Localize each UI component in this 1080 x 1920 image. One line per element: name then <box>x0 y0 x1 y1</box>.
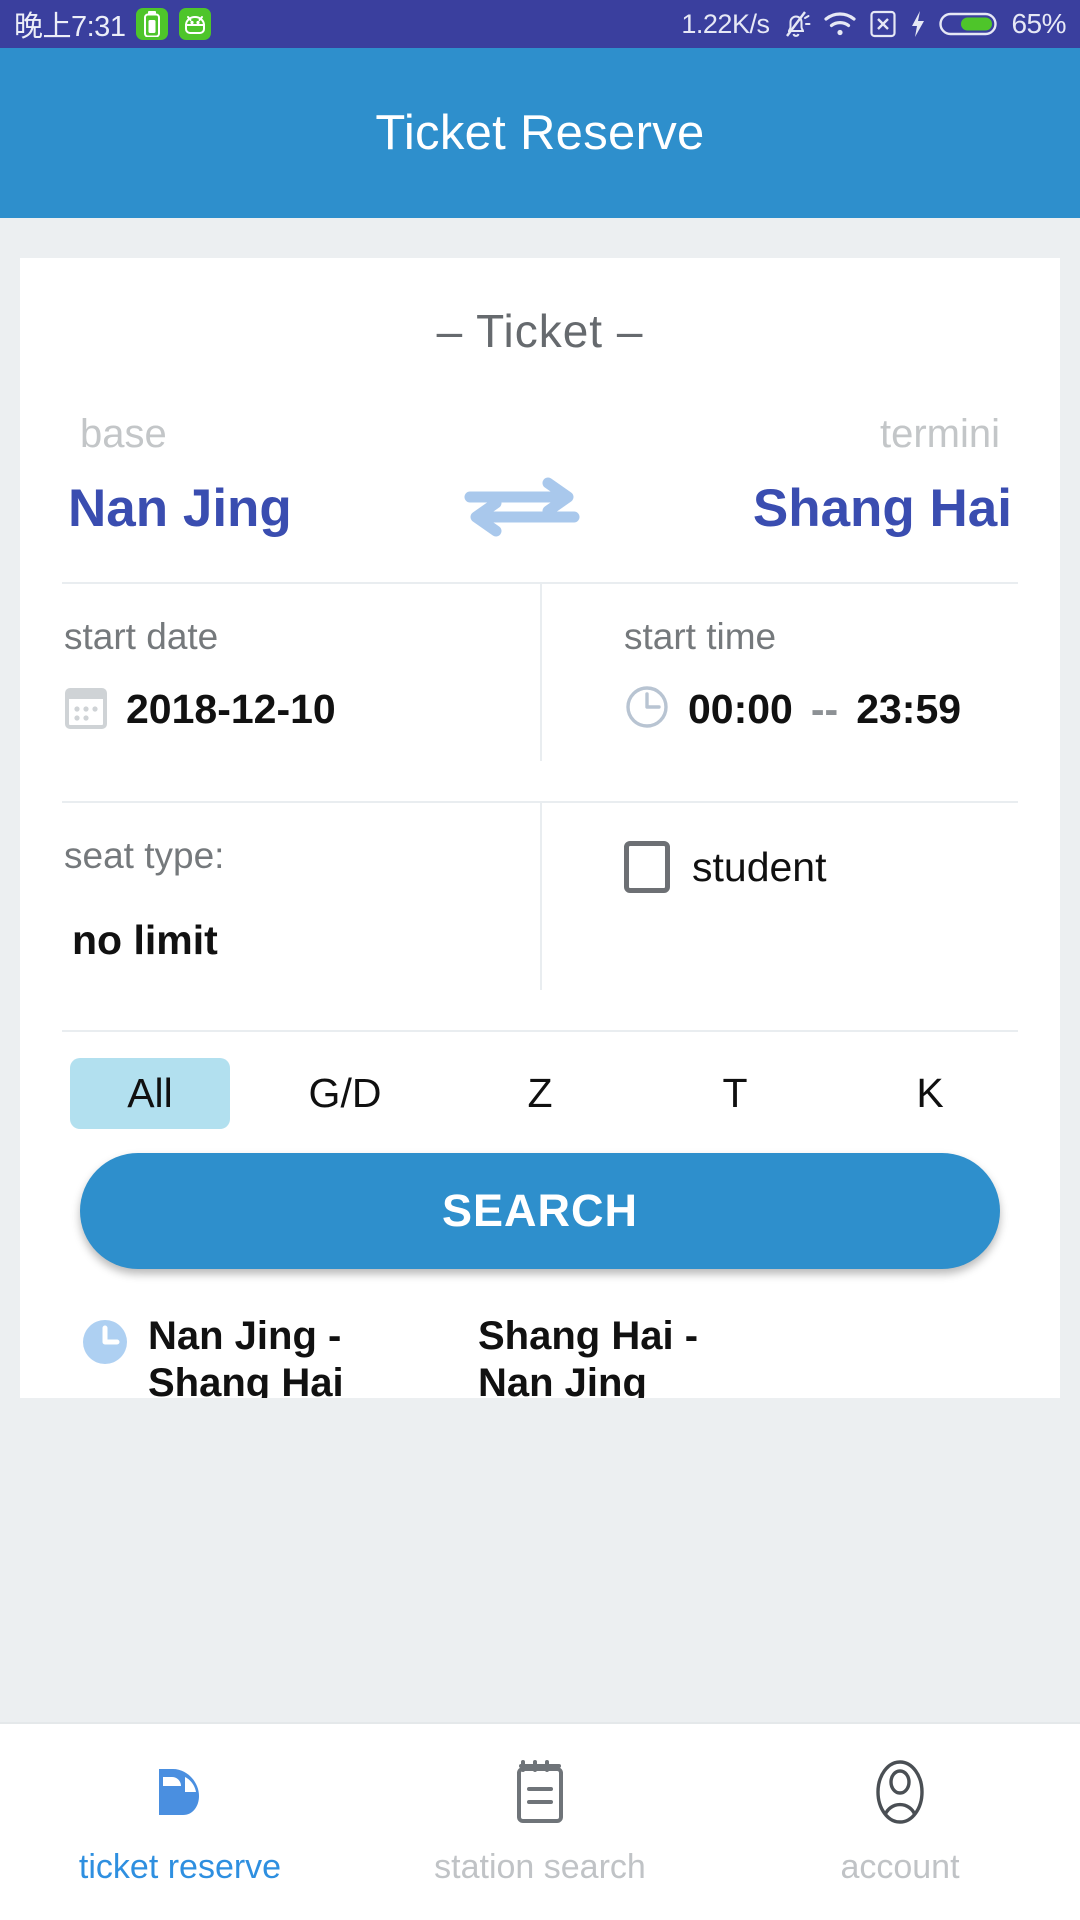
start-time-separator: -- <box>810 686 839 732</box>
start-time-label: start time <box>624 616 777 657</box>
seat-student-row: seat type: no limit student <box>20 803 1060 990</box>
origin-destination-labels: base termini <box>20 358 1060 457</box>
search-button[interactable]: SEARCH <box>80 1153 1000 1269</box>
date-time-row: start date 2018-12-10 start time 00:00 -… <box>20 584 1060 761</box>
start-time-value-wrap: 00:00 -- 23:59 <box>602 684 1060 735</box>
start-time-begin: 00:00 <box>688 686 793 732</box>
ticket-search-card: – Ticket – base termini Nan Jing Shang H… <box>20 258 1060 1405</box>
route-shortcut-1-label: Nan Jing - Shang Hai <box>148 1314 344 1406</box>
route-shortcuts: Nan Jing - Shang Hai Shang Hai - Nan Jin… <box>20 1269 1060 1407</box>
card-title: – Ticket – <box>436 305 644 357</box>
start-date-value: 2018-12-10 <box>126 686 336 732</box>
search-button-wrap: SEARCH <box>20 1129 1060 1269</box>
battery-icon <box>939 10 999 38</box>
battery-app-icon <box>136 8 169 40</box>
clipboard-icon <box>509 1757 571 1832</box>
origin-destination-row: Nan Jing Shang Hai <box>20 457 1060 542</box>
content-spacer <box>20 1398 1060 1722</box>
route-shortcut-1[interactable]: Nan Jing - Shang Hai <box>80 1313 448 1407</box>
bottom-navigation: ticket reserve station search account <box>0 1722 1080 1920</box>
tab-gd[interactable]: G/D <box>265 1058 425 1129</box>
charging-bolt-icon <box>909 9 927 39</box>
nav-label-ticket-reserve: ticket reserve <box>78 1848 282 1886</box>
train-type-tabs: All G/D Z T K <box>20 1032 1060 1129</box>
main-content: – Ticket – base termini Nan Jing Shang H… <box>0 218 1080 1722</box>
start-time-end: 23:59 <box>856 686 962 732</box>
calendar-icon <box>64 684 108 735</box>
route-shortcut-2-label: Shang Hai - Nan Jing <box>478 1314 699 1406</box>
route-shortcut-2[interactable]: Shang Hai - Nan Jing <box>478 1313 778 1407</box>
origin-label: base <box>80 412 167 456</box>
tab-k[interactable]: K <box>850 1058 1010 1129</box>
start-time-field[interactable]: start time 00:00 -- 23:59 <box>540 584 1060 761</box>
status-bar: 晚上7:31 1.22K/s 65% <box>0 0 1080 48</box>
status-bar-left: 晚上7:31 <box>14 3 212 45</box>
wifi-icon <box>823 10 857 38</box>
student-checkbox-row[interactable]: student <box>602 841 1060 893</box>
phone-screen: 晚上7:31 1.22K/s 65% Ticket Reserve – Tick… <box>0 0 1080 1920</box>
start-date-value-wrap: 2018-12-10 <box>42 684 540 735</box>
seat-type-field[interactable]: seat type: no limit <box>20 803 540 990</box>
start-date-label: start date <box>64 616 219 657</box>
nav-item-account[interactable]: account <box>720 1757 1080 1887</box>
nav-item-ticket-reserve[interactable]: ticket reserve <box>0 1757 360 1887</box>
sim-card-x-icon <box>869 9 897 39</box>
destination-label: termini <box>879 412 1000 456</box>
android-app-icon <box>179 8 212 40</box>
nav-item-station-search[interactable]: station search <box>360 1757 720 1887</box>
destination-station[interactable]: Shang Hai <box>753 478 1012 539</box>
network-speed: 1.22K/s <box>681 8 770 39</box>
swap-horizontal-icon[interactable] <box>452 475 592 542</box>
student-field[interactable]: student <box>540 803 1060 990</box>
status-bar-right: 1.22K/s 65% <box>681 8 1066 40</box>
clock-filled-icon <box>80 1317 130 1372</box>
app-header: Ticket Reserve <box>0 48 1080 218</box>
nav-label-account: account <box>840 1848 960 1886</box>
status-clock: 晚上7:31 <box>14 11 126 43</box>
tab-all[interactable]: All <box>70 1058 230 1129</box>
clock-icon <box>624 684 670 735</box>
page-title: Ticket Reserve <box>375 106 705 160</box>
student-label: student <box>692 843 827 890</box>
seat-type-label: seat type: <box>64 835 225 876</box>
origin-station[interactable]: Nan Jing <box>68 478 292 539</box>
train-head-icon <box>145 1757 215 1832</box>
battery-percent: 65% <box>1011 8 1066 39</box>
seat-type-value: no limit <box>72 917 218 963</box>
nav-label-station-search: station search <box>434 1848 646 1886</box>
person-icon <box>867 1757 933 1832</box>
bell-muted-icon <box>781 8 811 40</box>
tab-z[interactable]: Z <box>460 1058 620 1129</box>
start-date-field[interactable]: start date 2018-12-10 <box>20 584 540 761</box>
student-checkbox[interactable] <box>624 841 670 893</box>
tab-t[interactable]: T <box>655 1058 815 1129</box>
